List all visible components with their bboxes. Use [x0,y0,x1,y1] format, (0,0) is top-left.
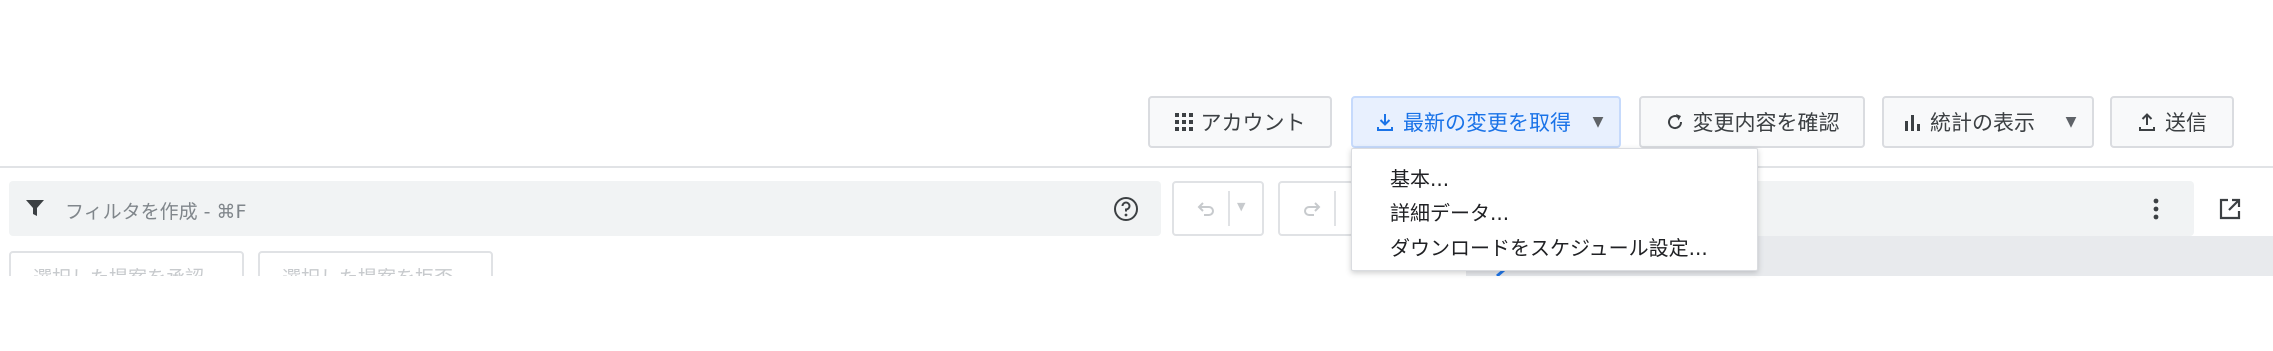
download-button-label: 最新の変更を取得 [1403,111,1571,135]
post-button[interactable]: 送信 [2110,96,2234,148]
download-dropdown-menu: 基本... 詳細データ... ダウンロードをスケジュール設定... [1351,148,1758,271]
filter-icon [25,198,45,222]
redo-separator [1334,191,1336,226]
filter-bar[interactable]: フィルタを作成 - ⌘F [9,181,1161,236]
account-button-label: アカウント [1200,111,1306,135]
redo-split-button[interactable] [1278,181,1354,236]
help-icon[interactable] [1113,196,1139,226]
undo-icon [1196,199,1216,223]
menu-item-basic[interactable]: 基本... [1390,163,1449,192]
post-button-label: 送信 [2165,111,2207,135]
refresh-icon [1665,112,1685,132]
download-icon [1375,112,1395,132]
chevron-down-icon[interactable]: ▼ [1577,98,1619,146]
undo-split-button[interactable]: ▼ [1172,181,1264,236]
filter-placeholder: フィルタを作成 - ⌘F [65,201,247,223]
review-changes-label: 変更内容を確認 [1692,111,1840,135]
account-button[interactable]: アカウント [1148,96,1332,148]
chevron-down-icon[interactable]: ▼ [2050,98,2092,146]
stats-button-label: 統計の表示 [1930,111,2035,135]
undo-separator [1228,191,1230,226]
stats-split-button[interactable]: 統計の表示 ▼ [1882,96,2094,148]
bottom-spacer [0,276,2273,351]
toolbar-divider [0,166,2273,168]
review-changes-button[interactable]: 変更内容を確認 [1639,96,1865,148]
menu-item-detailed[interactable]: 詳細データ... [1390,197,1509,226]
more-vert-icon[interactable] [2152,197,2160,225]
bar-chart-icon [1904,113,1922,131]
upload-icon [2137,112,2157,132]
menu-item-schedule-download[interactable]: ダウンロードをスケジュール設定... [1390,232,1708,261]
open-in-new-icon[interactable] [2218,197,2242,225]
redo-icon [1302,199,1322,223]
apps-icon [1174,113,1193,131]
download-split-button[interactable]: 最新の変更を取得 ▼ [1351,96,1621,148]
chevron-down-icon[interactable]: ▼ [1237,200,1245,213]
